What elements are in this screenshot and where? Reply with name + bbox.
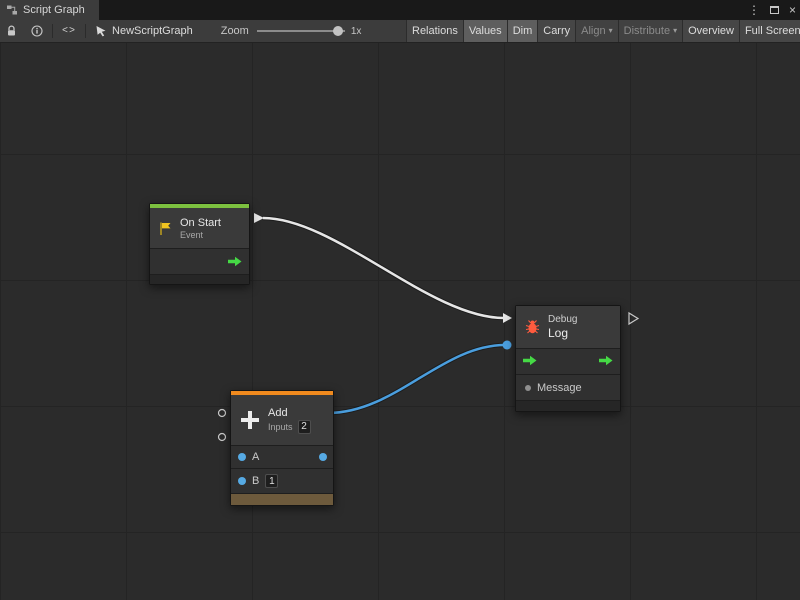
flow-output-port[interactable] <box>599 353 613 371</box>
info-icon[interactable] <box>31 25 43 37</box>
graph-canvas[interactable]: On Start Event <box>0 43 800 600</box>
zoom-value: 1x <box>351 26 362 37</box>
toolbar-separator <box>52 24 53 38</box>
zoom-slider-track <box>257 30 345 32</box>
lock-icon[interactable] <box>6 25 17 37</box>
input-port-a[interactable] <box>238 453 246 461</box>
zoom-label: Zoom <box>221 25 249 37</box>
inputs-label: Inputs <box>268 422 293 432</box>
port-label: A <box>252 451 259 463</box>
relations-button[interactable]: Relations <box>406 20 464 42</box>
node-header[interactable]: Debug Log <box>516 306 620 348</box>
flow-input-port[interactable] <box>523 353 537 371</box>
button-label: Values <box>469 20 502 42</box>
toolbar-buttons: Relations Values Dim Carry Align ▾ Distr… <box>406 20 800 42</box>
chevron-down-icon: ▾ <box>609 20 613 42</box>
message-input-port[interactable] <box>525 385 531 391</box>
node-header[interactable]: On Start Event <box>150 208 249 248</box>
node-debug-log[interactable]: Debug Log Message <box>515 305 621 412</box>
window-controls: ⋮ × <box>748 0 796 20</box>
zoom-slider[interactable] <box>257 24 345 38</box>
wire-flow-end-arrow <box>503 313 512 323</box>
port-b-value-field[interactable]: 1 <box>265 474 278 488</box>
unconnected-flow-output-triangle[interactable] <box>629 313 638 324</box>
toolbar-separator <box>85 24 86 38</box>
wire-flow-onstart-to-log <box>263 218 504 318</box>
tab-script-graph[interactable]: Script Graph <box>0 0 99 20</box>
button-label: Carry <box>543 20 570 42</box>
distribute-dropdown[interactable]: Distribute ▾ <box>619 20 683 42</box>
flow-ports-row <box>516 348 620 374</box>
carry-button[interactable]: Carry <box>538 20 576 42</box>
plus-icon <box>239 409 261 431</box>
unconnected-input-b-circle[interactable] <box>219 434 226 441</box>
maximize-icon[interactable] <box>770 0 779 20</box>
node-footer <box>231 493 333 505</box>
node-title: Log <box>548 326 577 340</box>
bug-icon <box>524 319 541 335</box>
port-label: B <box>252 475 259 487</box>
node-title: Add <box>268 407 311 419</box>
result-output-port[interactable] <box>319 453 327 461</box>
node-footer <box>150 274 249 284</box>
flow-output-port[interactable] <box>228 256 242 267</box>
connections-layer <box>0 43 800 600</box>
flow-output-row <box>150 248 249 274</box>
button-label: Align <box>581 20 605 42</box>
message-port-row: Message <box>516 374 620 400</box>
script-graph-asset-icon <box>95 25 107 37</box>
values-button[interactable]: Values <box>464 20 508 42</box>
node-title: On Start <box>180 217 221 229</box>
node-on-start[interactable]: On Start Event <box>149 203 250 285</box>
node-add[interactable]: Add Inputs 2 A B 1 <box>230 390 334 506</box>
port-label: Message <box>537 382 582 394</box>
tab-title: Script Graph <box>23 4 85 16</box>
node-subtitle: Event <box>180 230 221 240</box>
input-port-b[interactable] <box>238 477 246 485</box>
button-label: Dim <box>513 20 533 42</box>
button-label: Overview <box>688 20 734 42</box>
graph-window-icon <box>6 4 18 16</box>
button-label: Full Screen <box>745 20 800 42</box>
chevron-down-icon: ▾ <box>673 20 677 42</box>
flag-icon <box>158 221 173 236</box>
port-row-b: B 1 <box>231 468 333 493</box>
graph-asset-name: NewScriptGraph <box>112 25 193 37</box>
port-row-a: A <box>231 445 333 468</box>
close-icon[interactable]: × <box>789 0 796 20</box>
wire-value-end-dot <box>503 341 512 350</box>
graph-asset-button[interactable]: NewScriptGraph <box>95 25 193 37</box>
button-label: Distribute <box>624 20 670 42</box>
node-header[interactable]: Add Inputs 2 <box>231 395 333 445</box>
dim-button[interactable]: Dim <box>508 20 539 42</box>
full-screen-button[interactable]: Full Screen <box>740 20 800 42</box>
button-label: Relations <box>412 20 458 42</box>
inputs-count-field[interactable]: 2 <box>298 420 311 434</box>
wire-value-add-to-message <box>328 345 505 413</box>
node-surtitle: Debug <box>548 314 577 325</box>
script-graph-window: Script Graph ⋮ × <> <box>0 0 800 600</box>
titlebar: Script Graph ⋮ × <box>0 0 800 20</box>
overview-button[interactable]: Overview <box>683 20 740 42</box>
kebab-menu-icon[interactable]: ⋮ <box>748 0 760 20</box>
graph-toolbar: <> NewScriptGraph Zoom 1x Relations Valu… <box>0 20 800 43</box>
code-view-icon[interactable]: <> <box>62 26 76 37</box>
zoom-slider-handle[interactable] <box>333 26 343 36</box>
wire-flow-start-arrow <box>254 213 264 223</box>
align-dropdown[interactable]: Align ▾ <box>576 20 618 42</box>
unconnected-input-a-circle[interactable] <box>219 410 226 417</box>
node-footer <box>516 400 620 411</box>
